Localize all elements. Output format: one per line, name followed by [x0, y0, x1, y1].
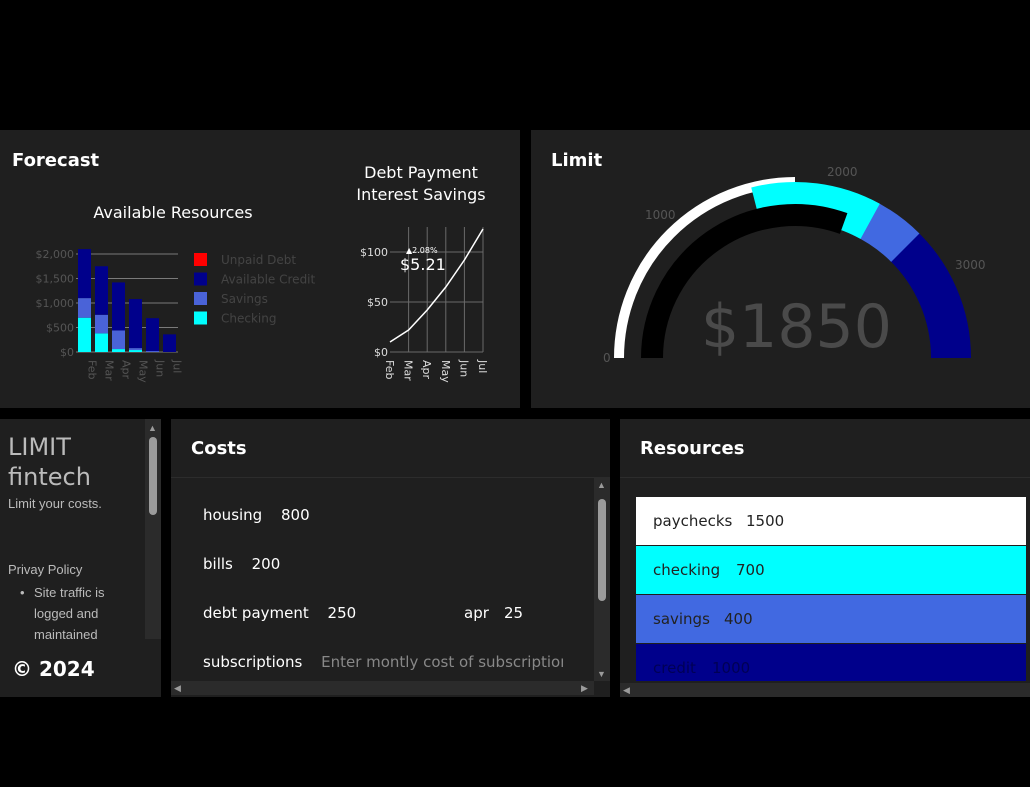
resource-row-credit[interactable]: credit 1000 — [636, 644, 1026, 681]
costs-scroll-down-icon[interactable]: ▼ — [597, 669, 606, 679]
savings-line-chart: $100 $50 $0 Feb Mar Apr May Jun Jul ▲2.08% $5.2… — [360, 227, 489, 383]
cost-input-housing[interactable]: 800 — [281, 506, 310, 524]
app-tagline: Limit your costs. — [8, 496, 102, 511]
resources-header-divider — [620, 477, 1030, 478]
copyright: © 2024 — [12, 657, 95, 681]
bullet-icon: • — [20, 585, 25, 600]
subscriptions-input[interactable]: Enter montly cost of subscriptions — [321, 653, 563, 671]
sidebar-scroll-thumb[interactable] — [149, 437, 157, 515]
resource-value[interactable]: 400 — [724, 610, 753, 628]
resources-title: Resources — [640, 438, 745, 459]
line-y-tick: $0 — [374, 346, 388, 359]
gauge-tick-0: 0 — [603, 351, 611, 365]
privacy-item-text: Site traffic is logged and maintained — [34, 585, 105, 642]
app-name-line1: LIMIT — [8, 433, 71, 461]
resource-value[interactable]: 1000 — [712, 659, 750, 677]
resource-label: checking — [653, 561, 721, 579]
cost-row-housing: housing 800 — [203, 506, 310, 524]
apr-input[interactable]: 25 — [504, 604, 523, 622]
resource-row-paychecks[interactable]: paychecks 1500 — [636, 497, 1026, 545]
privacy-item: • Site traffic is logged and maintained — [20, 582, 132, 645]
resource-value[interactable]: 700 — [736, 561, 765, 579]
line-y-tick: $100 — [360, 246, 388, 259]
resources-panel: Resources paychecks 1500 checking 700 sa… — [620, 419, 1030, 697]
costs-horizontal-scrollbar[interactable] — [171, 681, 594, 695]
gauge-tick-2000: 2000 — [827, 165, 858, 179]
cost-row-bills: bills 200 — [203, 555, 280, 573]
apr-label: apr — [464, 604, 489, 622]
costs-panel: Costs housing 800 bills 200 debt payment… — [171, 419, 610, 697]
cost-row-subscriptions: subscriptions Enter montly cost of subsc… — [203, 653, 563, 673]
costs-scroll-up-icon[interactable]: ▲ — [597, 480, 606, 490]
resource-row-savings[interactable]: savings 400 — [636, 595, 1026, 643]
cost-row-debt-payment: debt payment 250 apr 25 — [203, 604, 543, 622]
sidebar-scroll-up-icon[interactable]: ▲ — [148, 423, 157, 433]
line-y-tick: $50 — [367, 296, 388, 309]
cost-label: housing — [203, 506, 263, 524]
limit-panel: Limit 0 1000 2000 3000 $1850 — [531, 130, 1030, 408]
line-x-tick: Jul — [476, 359, 489, 373]
costs-scroll-left-icon[interactable]: ◀ — [174, 683, 181, 693]
line-x-tick: Jun — [457, 359, 470, 377]
resource-row-checking[interactable]: checking 700 — [636, 546, 1026, 594]
savings-delta-label: ▲2.08% — [406, 246, 438, 255]
gauge-arc-credit — [887, 229, 971, 359]
gauge-tick-3000: 3000 — [955, 258, 986, 272]
line-x-tick: Apr — [420, 360, 433, 380]
resources-scroll-left-icon[interactable]: ◀ — [623, 685, 630, 695]
limit-gauge: 0 1000 2000 3000 $1850 — [603, 165, 986, 365]
savings-value-label: $5.21 — [400, 255, 446, 274]
line-x-tick: Mar — [402, 360, 415, 381]
line-x-tick: Feb — [383, 360, 396, 379]
cost-label: subscriptions — [203, 653, 303, 671]
resources-horizontal-scrollbar[interactable] — [620, 683, 1030, 697]
forecast-panel: Forecast Available Resources $2,000 $1,50… — [0, 130, 520, 408]
resource-label: savings — [653, 610, 710, 628]
costs-title: Costs — [191, 438, 247, 459]
cost-input-debt-payment[interactable]: 250 — [328, 604, 357, 622]
gauge-tick-1000: 1000 — [645, 208, 676, 222]
resources-list: paychecks 1500 checking 700 savings 400 … — [620, 497, 1030, 681]
resource-label: paychecks — [653, 512, 733, 530]
resource-value[interactable]: 1500 — [746, 512, 784, 530]
privacy-policy-link[interactable]: Privay Policy — [8, 562, 82, 577]
cost-label: bills — [203, 555, 233, 573]
cost-label: debt payment — [203, 604, 309, 622]
sidebar: LIMIT fintech Limit your costs. Privay P… — [0, 419, 161, 697]
costs-header-divider — [171, 477, 610, 478]
resource-label: credit — [653, 659, 696, 677]
line-x-tick: May — [439, 360, 452, 383]
costs-scroll-thumb[interactable] — [598, 499, 606, 601]
limit-value-display: $1850 — [701, 292, 892, 362]
costs-scroll-right-icon[interactable]: ▶ — [581, 683, 588, 693]
cost-input-bills[interactable]: 200 — [252, 555, 281, 573]
app-name-line2: fintech — [8, 463, 91, 491]
